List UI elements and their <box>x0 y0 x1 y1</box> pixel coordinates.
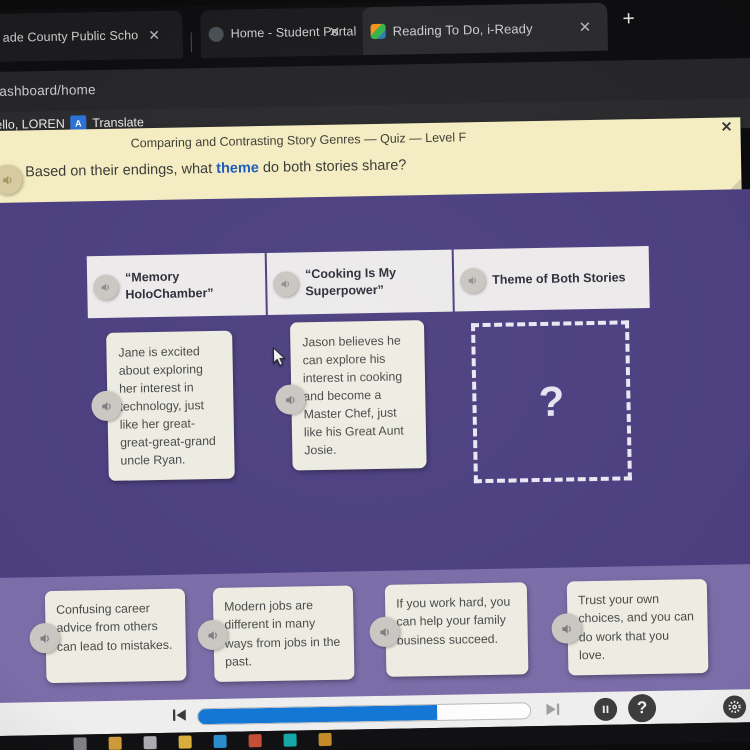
screenshot-root: ade County Public Scho ✕ Home - Student … <box>0 0 750 750</box>
pause-button[interactable] <box>593 697 618 722</box>
comparison-table: “Memory HoloChamber” Jane is excited abo… <box>86 245 654 514</box>
settings-button[interactable] <box>722 695 747 719</box>
speaker-icon[interactable] <box>275 384 306 415</box>
taskbar-drive-icon[interactable] <box>178 735 192 749</box>
taskbar-edge-icon[interactable] <box>213 734 227 749</box>
table-column-story-1: “Memory HoloChamber” Jane is excited abo… <box>86 253 270 514</box>
taskbar-app-orange-icon[interactable] <box>318 732 332 747</box>
tab-title: ade County Public Scho <box>2 28 139 45</box>
column-header-story-1: “Memory HoloChamber” <box>86 253 266 319</box>
globe-icon <box>208 26 224 42</box>
question-speaker-button[interactable] <box>0 164 23 195</box>
speaker-icon[interactable] <box>93 274 119 300</box>
help-button[interactable]: ? <box>627 693 657 723</box>
story-card-2-text: Jason believes he can explore his intere… <box>302 333 404 458</box>
browser-tab-1[interactable]: ade County Public Scho ✕ <box>0 10 184 63</box>
gear-icon <box>722 695 747 719</box>
banner-close-icon[interactable]: ✕ <box>721 118 733 135</box>
column-header-theme: Theme of Both Stories <box>453 245 650 312</box>
next-button[interactable] <box>544 701 561 723</box>
iready-logo-icon <box>370 23 386 39</box>
question-prefix: Based on their endings, what <box>25 160 217 181</box>
question-highlight: theme <box>216 160 260 177</box>
column-header-label: Theme of Both Stories <box>492 269 626 287</box>
speaker-icon[interactable] <box>459 267 486 293</box>
quiz-title: Comparing and Contrasting Story Genres —… <box>130 130 467 151</box>
speaker-icon[interactable] <box>273 270 299 297</box>
answer-choice-2[interactable]: Modern jobs are different in many ways f… <box>197 585 355 682</box>
taskbar-store-icon[interactable] <box>143 736 157 750</box>
column-body-theme: ? <box>455 308 654 508</box>
answer-choice-1-text: Confusing career advice from others can … <box>56 601 173 654</box>
screen-surface: ade County Public Scho ✕ Home - Student … <box>0 0 750 750</box>
speaker-icon[interactable] <box>29 622 60 654</box>
answer-choice-4[interactable]: Trust your own choices, and you can do w… <box>551 578 709 676</box>
column-header-label: “Cooking Is My Superpower” <box>304 265 397 299</box>
taskbar-windows-icon[interactable] <box>73 737 87 750</box>
pause-icon <box>593 697 618 722</box>
url-text[interactable]: /dashboard/home <box>0 82 96 99</box>
tab-close-icon[interactable]: ✕ <box>578 18 591 35</box>
speaker-icon[interactable] <box>369 616 400 648</box>
answer-choice-2-text: Modern jobs are different in many ways f… <box>224 598 341 670</box>
answer-choice-4-text: Trust your own choices, and you can do w… <box>577 591 695 663</box>
quiz-question: Based on their endings, what theme do bo… <box>25 157 407 180</box>
help-icon: ? <box>627 693 657 723</box>
answer-dropzone[interactable]: ? <box>471 320 632 484</box>
column-header-story-2: “Cooking Is My Superpower” <box>266 249 453 315</box>
answer-choice-1[interactable]: Confusing career advice from others can … <box>29 588 187 684</box>
story-card-2: Jason believes he can explore his intere… <box>275 320 427 471</box>
question-suffix: do both stories share? <box>258 157 407 177</box>
answer-choice-row: Confusing career advice from others can … <box>1 578 750 692</box>
table-column-story-2: “Cooking Is My Superpower” Jason believe… <box>266 249 457 511</box>
column-body-story-1: Jane is excited about exploring her inte… <box>88 315 270 514</box>
column-header-label: “Memory HoloChamber” <box>124 269 214 302</box>
new-tab-button[interactable]: + <box>622 7 635 30</box>
browser-tab-3-close-wrap[interactable]: ✕ <box>570 3 607 52</box>
column-body-story-2: Jason believes he can explore his intere… <box>268 312 457 511</box>
taskbar-app-teal-icon[interactable] <box>283 733 297 747</box>
taskbar-app-red-icon[interactable] <box>248 734 262 748</box>
story-card-1: Jane is excited about exploring her inte… <box>91 330 235 482</box>
speaker-icon[interactable] <box>197 619 228 651</box>
browser-tab-2-close-wrap[interactable]: ✕ <box>320 7 357 56</box>
table-column-theme: Theme of Both Stories ? <box>453 245 654 508</box>
speaker-icon <box>0 164 23 195</box>
story-card-1-text: Jane is excited about exploring her inte… <box>118 344 216 469</box>
dropzone-question-mark: ? <box>538 377 565 426</box>
tab-title: Reading To Do, i-Ready <box>392 20 533 39</box>
progress-bar-fill <box>198 704 438 725</box>
speaker-icon[interactable] <box>551 613 582 644</box>
answer-choice-3[interactable]: If you work hard, you can help your fami… <box>369 582 529 677</box>
taskbar-explorer-icon[interactable] <box>108 736 122 750</box>
previous-button[interactable] <box>171 706 188 728</box>
answer-choice-3-text: If you work hard, you can help your fami… <box>396 594 511 648</box>
tab-close-icon[interactable]: ✕ <box>328 24 340 40</box>
tab-close-icon[interactable]: ✕ <box>148 27 160 43</box>
speaker-icon[interactable] <box>91 390 122 422</box>
